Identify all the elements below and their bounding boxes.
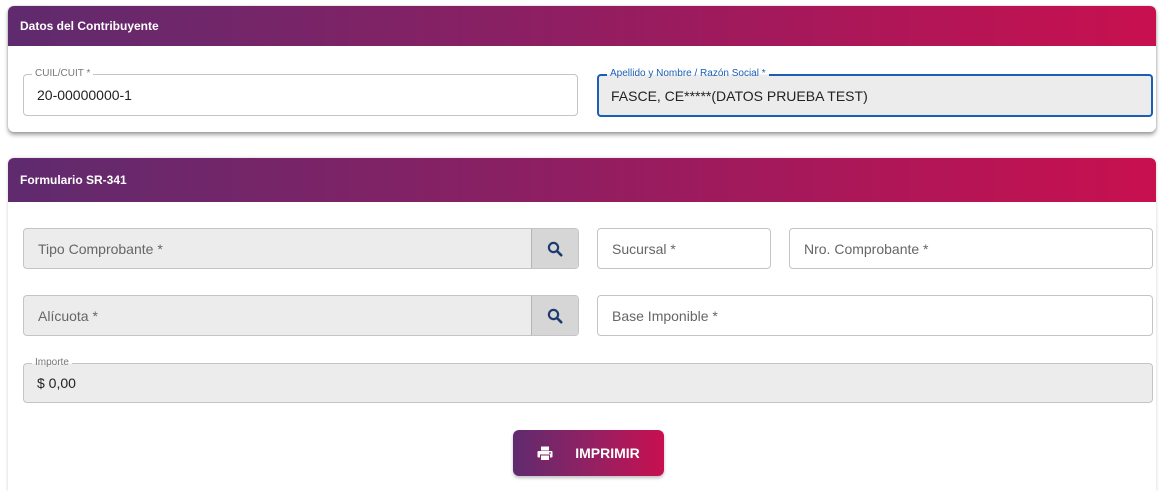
cuil-label: CUIL/CUIT *	[32, 68, 94, 80]
nombre-field[interactable]: Apellido y Nombre / Razón Social * FASCE…	[597, 68, 1153, 117]
contribuyente-card: Datos del Contribuyente CUIL/CUIT * 20-0…	[8, 6, 1156, 132]
alicuota-search-button[interactable]	[531, 296, 578, 335]
sucursal-placeholder: Sucursal *	[612, 240, 676, 257]
importe-value: $ 0,00	[37, 375, 76, 391]
tipo-comprobante-search-button[interactable]	[531, 229, 578, 268]
sucursal-field[interactable]: Sucursal *	[597, 228, 771, 269]
tipo-comprobante-placeholder: Tipo Comprobante *	[38, 240, 163, 257]
contribuyente-title: Datos del Contribuyente	[20, 19, 159, 33]
imprimir-label: IMPRIMIR	[575, 445, 640, 461]
base-imponible-field[interactable]: Base Imponible *	[597, 295, 1153, 336]
printer-icon	[537, 446, 553, 461]
nombre-label: Apellido y Nombre / Razón Social *	[607, 68, 769, 80]
alicuota-field[interactable]: Alícuota *	[23, 295, 579, 336]
search-icon	[547, 308, 563, 323]
nro-comprobante-placeholder: Nro. Comprobante *	[804, 240, 929, 257]
alicuota-placeholder: Alícuota *	[38, 307, 98, 324]
nombre-value: FASCE, CE*****(DATOS PRUEBA TEST)	[611, 87, 868, 104]
tipo-comprobante-field[interactable]: Tipo Comprobante *	[23, 228, 579, 269]
importe-label: Importe	[32, 357, 72, 369]
search-icon	[547, 241, 563, 256]
base-imponible-placeholder: Base Imponible *	[612, 307, 718, 324]
cuil-field[interactable]: CUIL/CUIT * 20-00000000-1	[23, 68, 578, 116]
contribuyente-header: Datos del Contribuyente	[8, 6, 1156, 46]
cuil-value: 20-00000000-1	[37, 87, 132, 103]
nro-comprobante-field[interactable]: Nro. Comprobante *	[789, 228, 1153, 269]
formulario-header: Formulario SR-341	[8, 158, 1156, 202]
importe-field: Importe $ 0,00	[23, 357, 1153, 403]
formulario-card: Formulario SR-341 Tipo Comprobante * Suc…	[8, 158, 1156, 491]
formulario-title: Formulario SR-341	[20, 173, 127, 187]
imprimir-button[interactable]: IMPRIMIR	[513, 430, 664, 476]
